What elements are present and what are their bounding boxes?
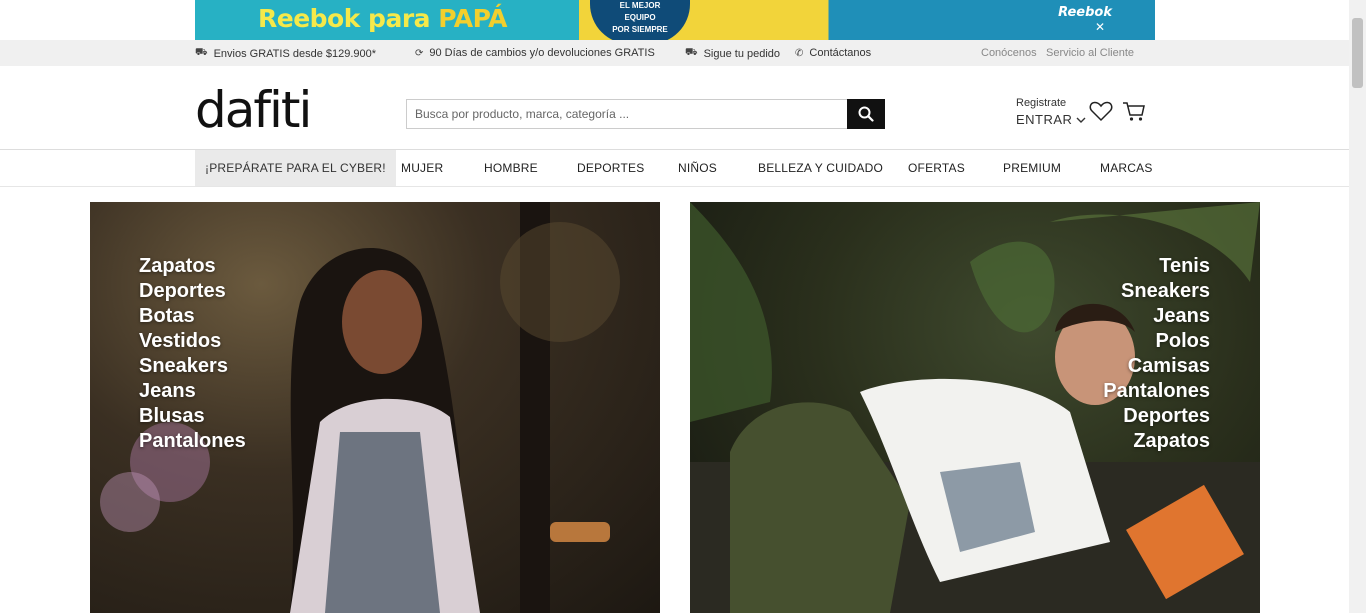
promo-title-main: Reebok para bbox=[258, 4, 431, 33]
nav-item-marcas[interactable]: MARCAS bbox=[1100, 150, 1153, 186]
hero-men[interactable]: Tenis Sneakers Jeans Polos Camisas Panta… bbox=[690, 202, 1260, 613]
men-category-link[interactable]: Tenis bbox=[1103, 254, 1210, 279]
nav-item-ninos[interactable]: NIÑOS bbox=[678, 150, 717, 186]
women-category-link[interactable]: Botas bbox=[139, 304, 246, 329]
men-category-link[interactable]: Zapatos bbox=[1103, 429, 1210, 454]
track-order-link[interactable]: ⛟ Sigue tu pedido bbox=[685, 47, 780, 60]
promo-banner-wrapper: Reebok para PAPÁ EL MEJOR EQUIPO POR SIE… bbox=[0, 0, 1366, 40]
about-link[interactable]: Conócenos bbox=[981, 47, 1037, 59]
nav-item-cyber[interactable]: ¡PREPÁRATE PARA EL CYBER! bbox=[195, 150, 396, 186]
reebok-vector-icon: ✕ bbox=[1094, 20, 1105, 34]
refresh-icon: ⟳ bbox=[415, 47, 424, 59]
free-shipping-label: Envios GRATIS desde $129.900* bbox=[213, 47, 377, 60]
chevron-down-icon bbox=[1076, 117, 1086, 123]
women-category-link[interactable]: Zapatos bbox=[139, 254, 246, 279]
dafiti-logo[interactable]: dafiti bbox=[195, 81, 312, 139]
women-category-link[interactable]: Vestidos bbox=[139, 329, 246, 354]
men-category-link[interactable]: Polos bbox=[1103, 329, 1210, 354]
promo-badge: EL MEJOR EQUIPO POR SIEMPRE bbox=[590, 0, 690, 40]
returns-link[interactable]: ⟳ 90 Días de cambios y/o devoluciones GR… bbox=[415, 47, 655, 59]
wishlist-button[interactable] bbox=[1089, 100, 1113, 127]
men-category-link[interactable]: Jeans bbox=[1103, 304, 1210, 329]
truck-icon: ⛟ bbox=[685, 47, 698, 58]
customer-service-link[interactable]: Servicio al Cliente bbox=[1046, 47, 1134, 59]
women-category-link[interactable]: Blusas bbox=[139, 404, 246, 429]
truck-icon: ⛟ bbox=[195, 47, 208, 58]
women-category-list: Zapatos Deportes Botas Vestidos Sneakers… bbox=[139, 254, 246, 454]
men-category-link[interactable]: Camisas bbox=[1103, 354, 1210, 379]
contact-link[interactable]: ✆ Contáctanos bbox=[795, 47, 871, 59]
register-link[interactable]: Registrate bbox=[1016, 97, 1086, 109]
promo-badge-line-3: POR SIEMPRE bbox=[612, 25, 668, 34]
returns-label: 90 Días de cambios y/o devoluciones GRAT… bbox=[429, 47, 655, 59]
nav-item-hombre[interactable]: HOMBRE bbox=[484, 150, 538, 186]
track-order-label: Sigue tu pedido bbox=[703, 47, 781, 60]
login-label: ENTRAR bbox=[1016, 112, 1073, 127]
promo-title: Reebok para PAPÁ bbox=[258, 4, 508, 33]
women-category-link[interactable]: Deportes bbox=[139, 279, 246, 304]
women-category-link[interactable]: Jeans bbox=[139, 379, 246, 404]
nav-item-belleza[interactable]: BELLEZA Y CUIDADO bbox=[758, 150, 883, 186]
promo-badge-line-2: EQUIPO bbox=[624, 13, 656, 22]
search-button[interactable] bbox=[847, 99, 885, 129]
nav-item-ofertas[interactable]: OFERTAS bbox=[908, 150, 965, 186]
utility-bar: ⛟ Envios GRATIS desde $129.900* ⟳ 90 Día… bbox=[0, 40, 1366, 66]
contact-label: Contáctanos bbox=[809, 47, 872, 59]
search-bar bbox=[406, 99, 885, 129]
search-input[interactable] bbox=[406, 99, 847, 129]
men-category-link[interactable]: Sneakers bbox=[1103, 279, 1210, 304]
account-menu[interactable]: Registrate ENTRAR bbox=[1016, 97, 1086, 127]
search-icon bbox=[858, 106, 874, 122]
page-scrollbar[interactable] bbox=[1349, 0, 1366, 613]
cart-button[interactable] bbox=[1122, 101, 1146, 128]
main-nav: ¡PREPÁRATE PARA EL CYBER! MUJER HOMBRE D… bbox=[0, 150, 1366, 187]
header: dafiti Registrate ENTRAR bbox=[0, 66, 1366, 150]
nav-item-premium[interactable]: PREMIUM bbox=[1003, 150, 1061, 186]
women-category-link[interactable]: Sneakers bbox=[139, 354, 246, 379]
cart-icon bbox=[1123, 102, 1145, 121]
login-dropdown[interactable]: ENTRAR bbox=[1016, 112, 1086, 127]
promo-title-highlight: PAPÁ bbox=[438, 4, 508, 33]
hero-women[interactable]: Zapatos Deportes Botas Vestidos Sneakers… bbox=[90, 202, 660, 613]
promo-badge-line-1: EL MEJOR bbox=[619, 1, 661, 10]
men-category-list: Tenis Sneakers Jeans Polos Camisas Panta… bbox=[1103, 254, 1210, 454]
scrollbar-thumb[interactable] bbox=[1352, 18, 1363, 88]
nav-item-deportes[interactable]: DEPORTES bbox=[577, 150, 644, 186]
promo-banner[interactable]: Reebok para PAPÁ EL MEJOR EQUIPO POR SIE… bbox=[195, 0, 1155, 40]
reebok-logo: Reebok bbox=[1058, 5, 1112, 20]
men-category-link[interactable]: Deportes bbox=[1103, 404, 1210, 429]
phone-icon: ✆ bbox=[795, 47, 804, 59]
free-shipping-link[interactable]: ⛟ Envios GRATIS desde $129.900* bbox=[195, 47, 376, 60]
heart-icon bbox=[1089, 101, 1113, 122]
nav-item-mujer[interactable]: MUJER bbox=[401, 150, 443, 186]
men-category-link[interactable]: Pantalones bbox=[1103, 379, 1210, 404]
women-category-link[interactable]: Pantalones bbox=[139, 429, 246, 454]
